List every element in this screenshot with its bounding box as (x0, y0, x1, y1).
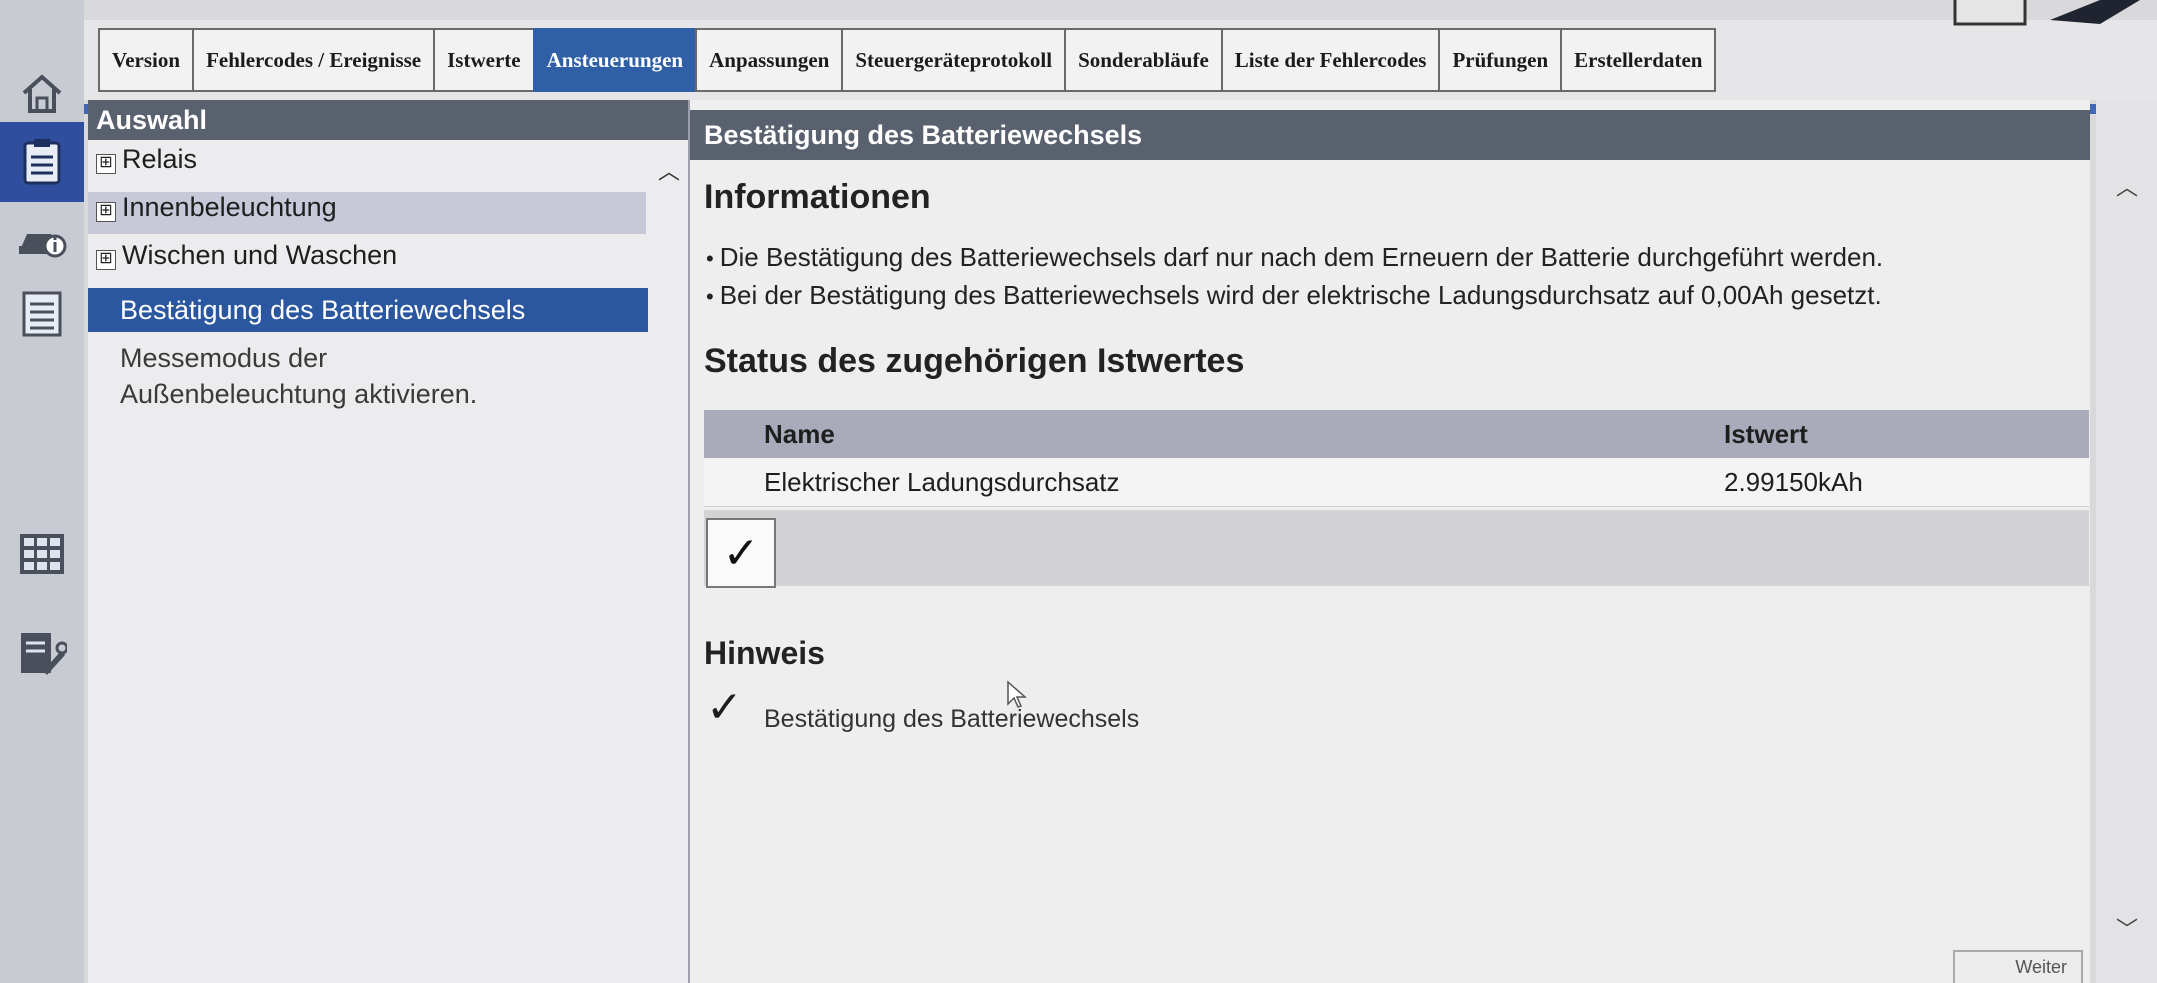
table-row: Elektrischer Ladungsdurchsatz 2.99150kAh (704, 458, 2089, 507)
tree-item-label: Bestätigung des Batteriewechsels (120, 294, 526, 325)
hint-text: Bestätigung des Batteriewechsels (764, 705, 1140, 733)
column-header-istwert: Istwert (1724, 418, 1808, 449)
tab-ansteuerungen[interactable]: Ansteuerungen (532, 28, 696, 92)
content-scrollbar[interactable] (2096, 100, 2157, 983)
tree-item-label: Innenbeleuchtung (122, 192, 337, 222)
info-bullet: Die Bestätigung des Batteriewechsels dar… (706, 242, 1883, 273)
check-icon: ✓ (706, 683, 743, 732)
service-button[interactable] (0, 614, 84, 694)
service-icon (21, 633, 67, 675)
tree-item-messemodus[interactable]: Messemodus der Außenbeleuchtung aktivier… (88, 340, 528, 412)
confirm-button[interactable]: ✓ (706, 518, 776, 588)
vehicle-info-button[interactable] (0, 202, 84, 282)
grid-button[interactable] (0, 514, 84, 594)
status-heading: Status des zugehörigen Istwertes (704, 342, 1245, 380)
tree-item-label: Messemodus der Außenbeleuchtung aktivier… (120, 343, 478, 409)
tab-sonderablaeufe[interactable]: Sonderabläufe (1064, 28, 1221, 92)
clipboard-icon (23, 139, 61, 185)
left-icon-rail (0, 0, 84, 983)
tab-pruefungen[interactable]: Prüfungen (1438, 28, 1561, 92)
expand-icon[interactable]: ⊞ (96, 250, 116, 270)
tab-istwerte[interactable]: Istwerte (433, 28, 533, 92)
tree-item-innenbeleuchtung[interactable]: ⊞ Innenbeleuchtung (88, 192, 646, 234)
next-button-label: Weiter (2015, 957, 2067, 977)
tree-item-relais[interactable]: ⊞ Relais (88, 144, 648, 184)
vehicle-info-icon (19, 234, 67, 258)
table-cell-istwert: 2.99150kAh (1724, 466, 1863, 497)
tree-item-label: Relais (122, 144, 198, 174)
tree-item-label: Wischen und Waschen (122, 240, 398, 270)
confirm-toolbar: ✓ (704, 510, 2089, 588)
home-icon (22, 74, 62, 113)
hint-heading: Hinweis (704, 635, 825, 671)
content-header: Bestätigung des Batteriewechsels (690, 110, 2090, 160)
tab-anpassungen[interactable]: Anpassungen (695, 28, 842, 92)
tab-liste-der-fehlercodes[interactable]: Liste der Fehlercodes (1220, 28, 1439, 92)
expand-icon[interactable]: ⊞ (96, 154, 116, 174)
scroll-up-icon[interactable]: ︿ (2116, 170, 2138, 202)
grid-icon (20, 534, 64, 574)
scroll-down-icon[interactable]: ﹀ (2116, 912, 2138, 944)
table-cell-name: Elektrischer Ladungsdurchsatz (764, 466, 1120, 497)
info-bullet: Bei der Bestätigung des Batteriewechsels… (706, 280, 1882, 311)
status-table: Name Istwert Elektrischer Ladungsdurchsa… (704, 410, 2089, 507)
list-button[interactable] (0, 274, 84, 354)
table-header-row: Name Istwert (704, 410, 2089, 458)
tab-bar: Version Fehlercodes / Ereignisse Istwert… (84, 20, 2157, 114)
info-heading: Informationen (704, 178, 931, 216)
selection-panel-header: Auswahl (88, 100, 688, 140)
expand-icon[interactable]: ⊞ (96, 202, 116, 222)
tree-item-batteriewechsel[interactable]: Bestätigung des Batteriewechsels (88, 288, 648, 332)
list-icon (22, 291, 62, 337)
left-scroll-up-icon[interactable]: ︿ (654, 154, 684, 184)
tab-version[interactable]: Version (98, 28, 193, 92)
selection-panel: Auswahl ︿ ⊞ Relais ⊞ Innenbeleuchtung ⊞ … (88, 100, 690, 983)
tab-erstellerdaten[interactable]: Erstellerdaten (1560, 28, 1717, 92)
mouse-cursor-icon (1007, 680, 1027, 708)
tab-fehlercodes[interactable]: Fehlercodes / Ereignisse (192, 28, 434, 92)
window-controls-icon[interactable] (1950, 0, 2150, 30)
tree-item-wischen-und-waschen[interactable]: ⊞ Wischen und Waschen (88, 240, 648, 280)
content-panel: Bestätigung des Batteriewechsels Informa… (690, 100, 2090, 983)
tab-steuergeraeteprotokoll[interactable]: Steuergeräteprotokoll (841, 28, 1065, 92)
control-unit-button[interactable] (0, 122, 84, 202)
next-button[interactable]: Weiter (1953, 950, 2083, 983)
column-header-name: Name (764, 418, 835, 449)
